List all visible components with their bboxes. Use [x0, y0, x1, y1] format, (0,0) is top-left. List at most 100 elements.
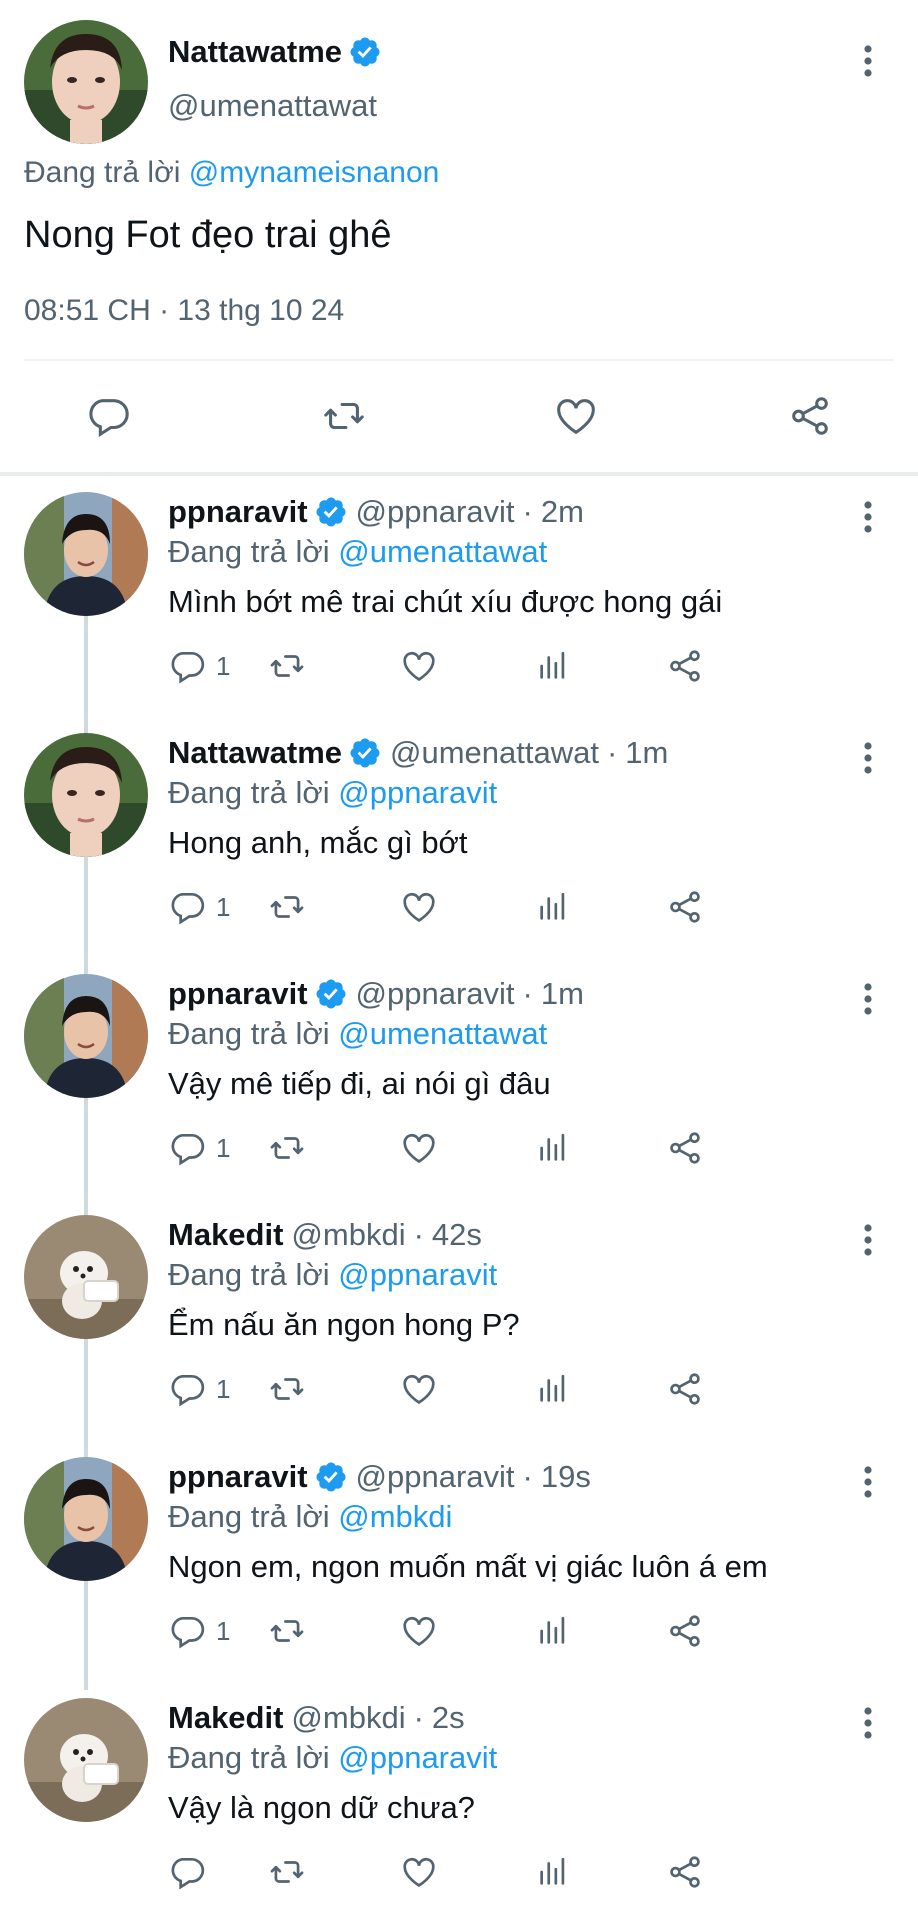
- reply-author-name[interactable]: Nattawatme: [168, 735, 342, 771]
- reply-tweet[interactable]: Nattawatme @umenattawat · 1m Đang trả lời @p…: [0, 733, 918, 974]
- reply-tweet[interactable]: Makedit @mbkdi · 2s Đang trả lời @ppnaravit V…: [0, 1698, 918, 1920]
- reply-time[interactable]: 1m: [541, 976, 584, 1012]
- reply-time[interactable]: 2m: [541, 494, 584, 530]
- more-options-icon[interactable]: [862, 500, 874, 534]
- separator-dot: ·: [522, 1459, 533, 1494]
- like-button[interactable]: [400, 1126, 438, 1170]
- views-icon: [536, 1370, 570, 1408]
- reply-time[interactable]: 1m: [625, 735, 668, 771]
- reply-avatar[interactable]: [24, 492, 148, 616]
- reply-time[interactable]: 42s: [432, 1217, 482, 1253]
- retweet-button[interactable]: [266, 644, 308, 688]
- more-options-icon[interactable]: [862, 982, 874, 1016]
- reply-author-handle[interactable]: @ppnaravit: [356, 976, 515, 1012]
- like-button[interactable]: [400, 1609, 438, 1653]
- reply-button[interactable]: [168, 1850, 216, 1894]
- reply-author-handle[interactable]: @ppnaravit: [356, 1459, 515, 1495]
- reply-button[interactable]: 1: [168, 885, 230, 929]
- reply-mention-link[interactable]: @ppnaravit: [338, 1257, 497, 1292]
- reply-icon: [168, 1370, 206, 1408]
- share-button[interactable]: [666, 1126, 704, 1170]
- more-options-icon[interactable]: [862, 1223, 874, 1257]
- more-options-icon[interactable]: [862, 741, 874, 775]
- share-button[interactable]: [666, 1609, 704, 1653]
- reply-mention-link[interactable]: @mynameisnanon: [189, 156, 440, 189]
- reply-icon[interactable]: [80, 388, 136, 444]
- author-name[interactable]: Nattawatme: [168, 34, 342, 70]
- reply-tweet[interactable]: ppnaravit @ppnaravit · 2m Đang trả lời @umen…: [0, 492, 918, 733]
- reply-actions: 1: [168, 1126, 868, 1170]
- author-handle[interactable]: @umenattawat: [168, 88, 377, 124]
- reply-prefix: Đang trả lời: [168, 534, 330, 569]
- reply-author-name[interactable]: Makedit: [168, 1700, 283, 1736]
- reply-tweet[interactable]: ppnaravit @ppnaravit · 19s Đang trả lời @mbk…: [0, 1457, 918, 1698]
- reply-author-name[interactable]: ppnaravit: [168, 976, 308, 1012]
- views-button[interactable]: [536, 1367, 570, 1411]
- reply-avatar[interactable]: [24, 1215, 148, 1339]
- views-button[interactable]: [536, 644, 570, 688]
- retweet-button[interactable]: [266, 1126, 308, 1170]
- views-button[interactable]: [536, 885, 570, 929]
- reply-avatar[interactable]: [24, 1698, 148, 1822]
- views-button[interactable]: [536, 1126, 570, 1170]
- retweet-button[interactable]: [266, 1367, 308, 1411]
- views-icon: [536, 1612, 570, 1650]
- separator-dot: ·: [413, 1217, 424, 1252]
- share-icon: [666, 1612, 704, 1650]
- reply-mention-link[interactable]: @ppnaravit: [338, 775, 497, 810]
- like-icon: [400, 647, 438, 685]
- like-button[interactable]: [400, 644, 438, 688]
- retweet-button[interactable]: [266, 1850, 308, 1894]
- reply-button[interactable]: 1: [168, 1367, 230, 1411]
- reply-actions: 1: [168, 1367, 868, 1411]
- retweet-icon: [266, 1612, 308, 1650]
- reply-text: Mình bớt mê trai chút xíu được hong gái: [168, 584, 723, 619]
- reply-time[interactable]: 2s: [432, 1700, 465, 1736]
- retweet-icon[interactable]: [316, 388, 372, 444]
- share-button[interactable]: [666, 1850, 704, 1894]
- reply-text: Hong anh, mắc gì bớt: [168, 825, 468, 860]
- reply-text: Ngon em, ngon muốn mất vị giác luôn á em: [168, 1549, 768, 1584]
- reply-tweet[interactable]: ppnaravit @ppnaravit · 1m Đang trả lời @umen…: [0, 974, 918, 1215]
- reply-mention-link[interactable]: @umenattawat: [338, 534, 547, 569]
- reply-author-name[interactable]: ppnaravit: [168, 1459, 308, 1495]
- reply-author-handle[interactable]: @mbkdi: [291, 1217, 405, 1253]
- reply-button[interactable]: 1: [168, 644, 230, 688]
- share-button[interactable]: [666, 644, 704, 688]
- retweet-button[interactable]: [266, 1609, 308, 1653]
- reply-mention-link[interactable]: @ppnaravit: [338, 1740, 497, 1775]
- reply-button[interactable]: 1: [168, 1126, 230, 1170]
- more-options-icon[interactable]: [862, 1465, 874, 1499]
- reply-mention-link[interactable]: @umenattawat: [338, 1016, 547, 1051]
- like-button[interactable]: [400, 1367, 438, 1411]
- reply-author-name[interactable]: ppnaravit: [168, 494, 308, 530]
- reply-avatar[interactable]: [24, 1457, 148, 1581]
- author-avatar[interactable]: [24, 20, 148, 144]
- like-icon[interactable]: [548, 388, 604, 444]
- reply-avatar[interactable]: [24, 733, 148, 857]
- reply-tweet[interactable]: Makedit @mbkdi · 42s Đang trả lời @ppnaravit…: [0, 1215, 918, 1456]
- tweet-text: Nong Fot đẹo trai ghê: [24, 214, 392, 256]
- reply-prefix: Đang trả lời: [168, 1257, 330, 1292]
- like-button[interactable]: [400, 885, 438, 929]
- views-button[interactable]: [536, 1609, 570, 1653]
- reply-author-name[interactable]: Makedit: [168, 1217, 283, 1253]
- share-button[interactable]: [666, 885, 704, 929]
- tweet-timestamp[interactable]: 08:51 CH · 13 thg 10 24: [24, 294, 344, 328]
- more-options-icon[interactable]: [862, 44, 874, 78]
- reply-author-handle[interactable]: @mbkdi: [291, 1700, 405, 1736]
- reply-mention-link[interactable]: @mbkdi: [338, 1499, 452, 1534]
- share-button[interactable]: [666, 1367, 704, 1411]
- reply-time[interactable]: 19s: [541, 1459, 591, 1495]
- like-button[interactable]: [400, 1850, 438, 1894]
- views-button[interactable]: [536, 1850, 570, 1894]
- reply-avatar[interactable]: [24, 974, 148, 1098]
- reply-author-handle[interactable]: @ppnaravit: [356, 494, 515, 530]
- more-options-icon[interactable]: [862, 1706, 874, 1740]
- retweet-button[interactable]: [266, 885, 308, 929]
- share-icon[interactable]: [782, 388, 838, 444]
- reply-author-handle[interactable]: @umenattawat: [390, 735, 599, 771]
- reply-prefix: Đang trả lời: [168, 775, 330, 810]
- section-divider: [0, 472, 918, 476]
- reply-button[interactable]: 1: [168, 1609, 230, 1653]
